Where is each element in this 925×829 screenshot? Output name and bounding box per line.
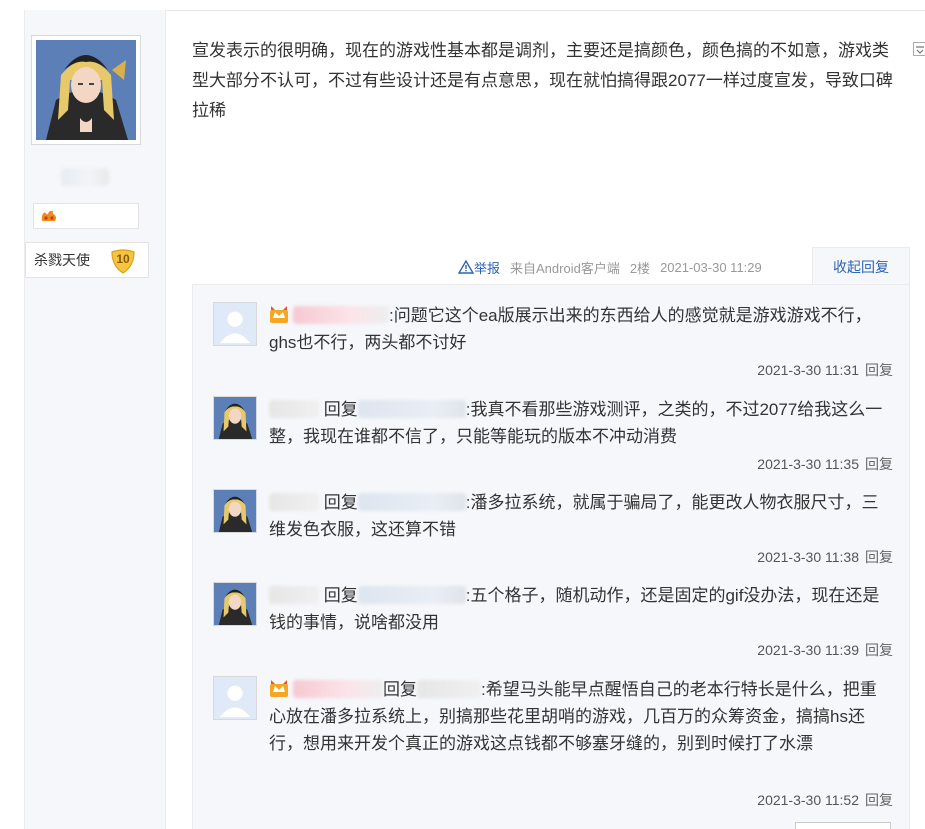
reply-time: 2021-3-30 11:31 xyxy=(757,362,859,378)
anime-avatar-icon xyxy=(214,490,256,532)
reply-button[interactable]: 回复 xyxy=(865,362,893,378)
level-title: 杀戮天使 xyxy=(34,252,90,268)
reply-footer: 2021-3-30 11:39 回复 xyxy=(757,640,893,660)
post-content: 宣发表示的很明确，现在的游戏性基本都是调剂，主要还是搞颜色，颜色搞的不如意，游戏… xyxy=(192,41,893,120)
post-timestamp: 2021-03-30 11:29 xyxy=(660,259,762,275)
reply-button[interactable]: 回复 xyxy=(865,456,893,472)
reply-avatar[interactable] xyxy=(213,676,257,720)
post-floor: 2楼 xyxy=(629,260,651,276)
vip-crown-icon xyxy=(270,680,288,697)
reply-input-button[interactable] xyxy=(795,822,891,829)
reply-word: 回复 xyxy=(323,400,358,419)
warning-icon xyxy=(458,260,474,274)
reply-username[interactable] xyxy=(269,493,319,511)
reply-avatar[interactable] xyxy=(213,396,257,440)
reply-footer: 2021-3-30 11:35 回复 xyxy=(757,454,893,474)
reply-button[interactable]: 回复 xyxy=(865,792,893,808)
anime-avatar-icon xyxy=(36,40,136,140)
report-label: 举报 xyxy=(474,260,501,276)
reply-body: 回复:潘多拉系统，就属于骗局了，能更改人物衣服尺寸，三维发色衣服，这还算不错 xyxy=(269,489,893,543)
reply-target-username[interactable] xyxy=(357,586,466,604)
reply-footer: 2021-3-30 11:52 回复 xyxy=(757,790,893,810)
reply-word: 回复 xyxy=(323,586,358,605)
reply-avatar[interactable] xyxy=(213,489,257,533)
reply-button[interactable]: 回复 xyxy=(865,642,893,658)
reply-time: 2021-3-30 11:35 xyxy=(757,456,859,472)
reply-body: 回复:五个格子，随机动作，还是固定的gif没办法，现在还是钱的事情，说啥都没用 xyxy=(269,582,893,636)
post-menu-toggle[interactable] xyxy=(913,42,925,56)
reply-avatar[interactable] xyxy=(213,302,257,346)
reply-body: :问题它这个ea版展示出来的东西给人的感觉就是游戏游戏不行，ghs也不行，两头都… xyxy=(269,302,893,356)
reply-avatar[interactable] xyxy=(213,582,257,626)
reply-username[interactable] xyxy=(269,586,319,604)
reply-word: 回复 xyxy=(383,680,417,699)
reply-body: 回复:我真不看那些游戏测评，之类的，不过2077给我这么一整，我现在谁都不信了，… xyxy=(269,396,893,450)
reply-target-username[interactable] xyxy=(357,493,466,511)
post-top-divider xyxy=(166,10,925,11)
author-column: 杀戮天使 10 xyxy=(24,10,166,829)
report-link[interactable]: 举报 xyxy=(458,258,500,277)
default-avatar-icon xyxy=(214,303,256,345)
reply-footer: 2021-3-30 11:31 回复 xyxy=(757,360,893,380)
reply-word: 回复 xyxy=(323,493,358,512)
anime-avatar-icon xyxy=(214,397,256,439)
reply-time: 2021-3-30 11:39 xyxy=(757,642,859,658)
reply-target-username[interactable] xyxy=(357,400,466,418)
collapse-replies-button[interactable]: 收起回复 xyxy=(812,247,910,285)
reply-body: 回复:希望马头能早点醒悟自己的老本行特长是什么，把重心放在潘多拉系统上，别搞那些… xyxy=(269,676,893,757)
anime-avatar-icon xyxy=(214,583,256,625)
reply-target-username[interactable] xyxy=(417,680,481,698)
chevron-down-icon xyxy=(916,46,924,54)
default-avatar-icon xyxy=(214,677,256,719)
flame-badge-icon xyxy=(41,210,56,221)
reply-footer: 2021-3-30 11:38 回复 xyxy=(757,547,893,567)
reply-button[interactable]: 回复 xyxy=(865,549,893,565)
author-avatar[interactable] xyxy=(31,35,141,145)
reply-panel: :问题它这个ea版展示出来的东西给人的感觉就是游戏游戏不行，ghs也不行，两头都… xyxy=(192,284,910,829)
level-number: 10 xyxy=(116,252,130,266)
author-name[interactable] xyxy=(61,168,109,186)
reply-time: 2021-3-30 11:38 xyxy=(757,549,859,565)
reply-username[interactable] xyxy=(269,400,319,418)
vip-crown-icon xyxy=(270,306,288,323)
reply-username[interactable] xyxy=(293,680,383,698)
fan-badge[interactable] xyxy=(33,203,139,229)
reply-username[interactable] xyxy=(293,306,389,324)
post-meta: 举报 来自Android客户端 2楼 2021-03-30 11:29 xyxy=(458,257,762,277)
reply-time: 2021-3-30 11:52 xyxy=(757,792,859,808)
level-badge[interactable]: 杀戮天使 10 xyxy=(25,242,149,278)
post-source: 来自Android客户端 xyxy=(510,260,620,276)
